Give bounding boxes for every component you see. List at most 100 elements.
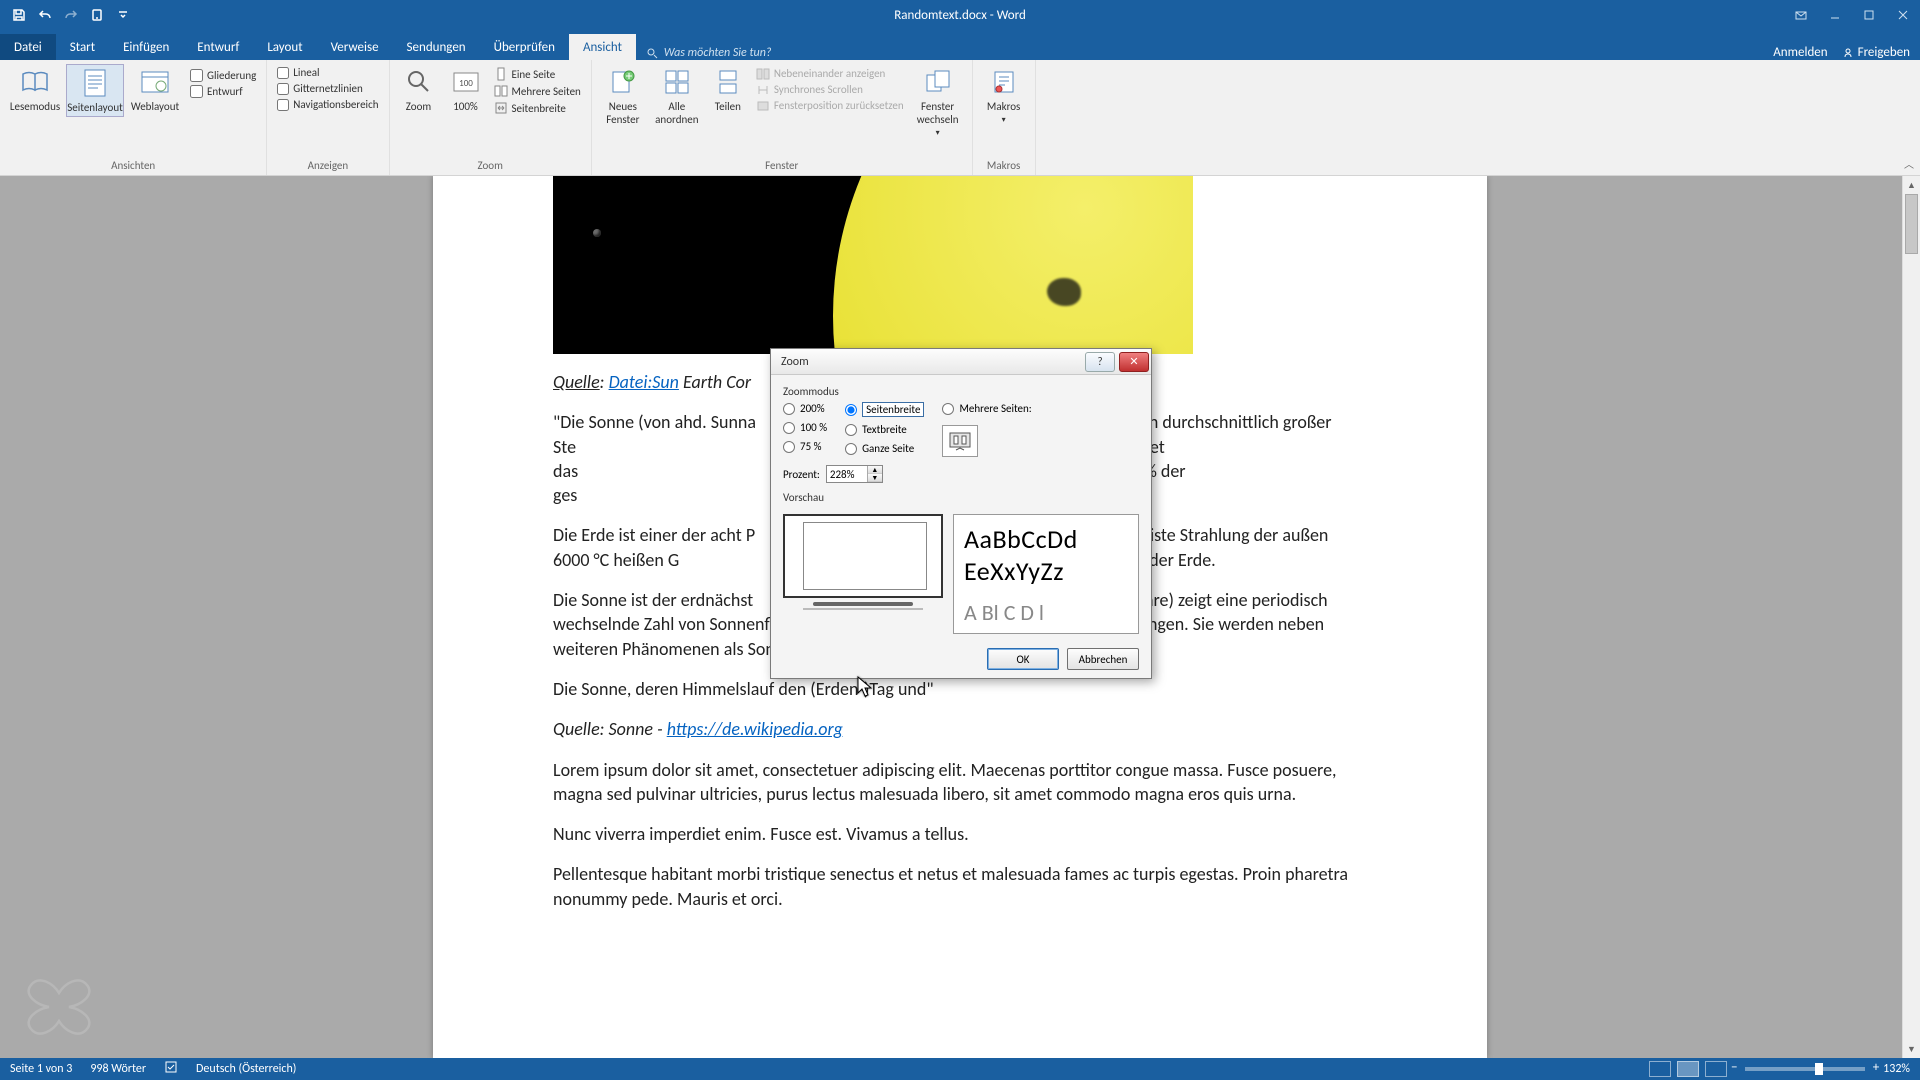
scroll-thumb[interactable] xyxy=(1905,194,1918,254)
source-link[interactable]: https://de.wikipedia.org xyxy=(667,718,843,740)
group-label-ansichten: Ansichten xyxy=(6,157,260,175)
zoom-in-icon[interactable]: + xyxy=(1873,1060,1879,1075)
group-label-makros: Makros xyxy=(979,157,1029,175)
status-language[interactable]: Deutsch (Österreich) xyxy=(196,1062,296,1076)
tab-sendungen[interactable]: Sendungen xyxy=(393,34,480,60)
mehrere-seiten-picker[interactable] xyxy=(942,425,978,457)
preview-monitor xyxy=(783,514,943,634)
undo-icon[interactable] xyxy=(36,6,54,24)
weblayout-button[interactable]: Weblayout xyxy=(126,64,184,115)
gliederung-checkbox[interactable] xyxy=(190,69,203,82)
zoom-100-button[interactable]: 100100% xyxy=(444,64,488,115)
radio-seitenbreite[interactable]: Seitenbreite xyxy=(845,402,924,417)
lineal-checkbox[interactable] xyxy=(277,67,289,79)
zoom-slider[interactable]: −+ xyxy=(1745,1067,1865,1071)
zoom-out-icon[interactable]: − xyxy=(1731,1060,1737,1075)
tell-me-search[interactable]: Was möchten Sie tun? xyxy=(636,46,782,60)
touch-mode-icon[interactable] xyxy=(88,6,106,24)
minimize-button[interactable] xyxy=(1818,0,1852,30)
percent-input[interactable] xyxy=(827,466,867,482)
fenster-wechseln-button[interactable]: Fenster wechseln▾ xyxy=(910,64,966,140)
lineal-checkbox-row[interactable]: Lineal xyxy=(277,66,378,79)
tell-me-placeholder: Was möchten Sie tun? xyxy=(664,46,772,60)
tab-file[interactable]: Datei xyxy=(0,34,56,60)
entwurf-checkbox[interactable] xyxy=(190,85,203,98)
eine-seite-button[interactable]: Eine Seite xyxy=(490,66,585,82)
signin-link[interactable]: Anmelden xyxy=(1773,45,1827,60)
preview-text: AaBbCcDd EeXxYyZz A Bl C D l xyxy=(953,514,1139,634)
dialog-titlebar[interactable]: Zoom ? ✕ xyxy=(771,349,1151,375)
source-line: Quelle: Sonne - https://de.wikipedia.org xyxy=(553,717,1367,741)
zoom-dialog: Zoom ? ✕ Zoommodus 200% 100 % 75 % Seite… xyxy=(770,348,1152,679)
view-mode-buttons xyxy=(1649,1061,1727,1077)
teilen-button[interactable]: Teilen xyxy=(706,64,750,115)
group-ansichten: Lesemodus Seitenlayout Weblayout Glieder… xyxy=(0,60,267,175)
share-button[interactable]: Freigeben xyxy=(1842,45,1910,60)
scroll-up-icon[interactable]: ▲ xyxy=(1903,176,1920,194)
spin-down-icon[interactable]: ▼ xyxy=(868,474,882,482)
zoom-button[interactable]: Zoom xyxy=(396,64,442,115)
quick-access-toolbar xyxy=(0,6,132,24)
tab-verweise[interactable]: Verweise xyxy=(317,34,393,60)
ribbon-options-icon[interactable] xyxy=(1784,0,1818,30)
radio-75[interactable]: 75 % xyxy=(783,440,827,453)
maximize-button[interactable] xyxy=(1852,0,1886,30)
save-icon[interactable] xyxy=(10,6,28,24)
title-bar: Randomtext.docx - Word xyxy=(0,0,1920,30)
nav-checkbox-row[interactable]: Navigationsbereich xyxy=(277,98,378,111)
status-zoom[interactable]: 132% xyxy=(1883,1062,1910,1076)
tab-ansicht[interactable]: Ansicht xyxy=(569,34,636,60)
caption-link[interactable]: Datei:Sun xyxy=(609,371,679,393)
dialog-title: Zoom xyxy=(781,355,809,369)
percent-spinner[interactable]: ▲▼ xyxy=(826,465,883,483)
lesemodus-button[interactable]: Lesemodus xyxy=(6,64,64,115)
ribbon-tabs: Datei Start Einfügen Entwurf Layout Verw… xyxy=(0,30,1920,60)
document-image-sun[interactable] xyxy=(553,176,1193,354)
tab-einfuegen[interactable]: Einfügen xyxy=(109,34,183,60)
collapse-ribbon-icon[interactable]: ︿ xyxy=(1904,156,1914,171)
dialog-help-button[interactable]: ? xyxy=(1085,352,1115,372)
nav-checkbox[interactable] xyxy=(277,99,289,111)
radio-textbreite[interactable]: Textbreite xyxy=(845,423,924,436)
radio-ganze-seite[interactable]: Ganze Seite xyxy=(845,442,924,455)
tab-ueberpruefen[interactable]: Überprüfen xyxy=(480,34,569,60)
seitenbreite-button[interactable]: Seitenbreite xyxy=(490,100,585,116)
group-label-fenster: Fenster xyxy=(598,157,966,175)
makros-button[interactable]: Makros▾ xyxy=(979,64,1029,127)
mehrere-seiten-button[interactable]: Mehrere Seiten xyxy=(490,83,585,99)
status-proofing-icon[interactable] xyxy=(164,1060,178,1078)
close-button[interactable] xyxy=(1886,0,1920,30)
radio-100[interactable]: 100 % xyxy=(783,421,827,434)
ok-button[interactable]: OK xyxy=(987,648,1059,670)
scroll-down-icon[interactable]: ▼ xyxy=(1903,1040,1920,1058)
view-print-icon[interactable] xyxy=(1677,1061,1699,1077)
tab-entwurf[interactable]: Entwurf xyxy=(183,34,253,60)
radio-mehrere-seiten[interactable]: Mehrere Seiten: xyxy=(942,402,1031,415)
zoom-slider-knob[interactable] xyxy=(1815,1063,1823,1075)
vertical-scrollbar[interactable]: ▲ ▼ xyxy=(1902,176,1920,1058)
seitenlayout-button[interactable]: Seitenlayout xyxy=(66,64,124,117)
status-page[interactable]: Seite 1 von 3 xyxy=(10,1062,72,1076)
redo-icon xyxy=(62,6,80,24)
view-web-icon[interactable] xyxy=(1705,1061,1727,1077)
paragraph-6: Nunc viverra imperdiet enim. Fusce est. … xyxy=(553,822,1367,846)
tab-start[interactable]: Start xyxy=(56,34,109,60)
radio-200[interactable]: 200% xyxy=(783,402,827,415)
qat-customize-icon[interactable] xyxy=(114,6,132,24)
gitter-checkbox-row[interactable]: Gitternetzlinien xyxy=(277,82,378,95)
alle-anordnen-button[interactable]: Alle anordnen xyxy=(650,64,704,128)
percent-label: Prozent: xyxy=(783,468,820,481)
view-read-icon[interactable] xyxy=(1649,1061,1671,1077)
gliederung-button[interactable]: Gliederung xyxy=(186,68,260,83)
gitter-checkbox[interactable] xyxy=(277,83,289,95)
paragraph-5: Lorem ipsum dolor sit amet, consectetuer… xyxy=(553,758,1367,807)
ribbon: Lesemodus Seitenlayout Weblayout Glieder… xyxy=(0,60,1920,176)
group-label-anzeigen: Anzeigen xyxy=(273,157,382,175)
neues-fenster-button[interactable]: Neues Fenster xyxy=(598,64,648,128)
cancel-button[interactable]: Abbrechen xyxy=(1067,648,1139,670)
tab-layout[interactable]: Layout xyxy=(253,34,316,60)
status-words[interactable]: 998 Wörter xyxy=(90,1062,146,1076)
dialog-close-button[interactable]: ✕ xyxy=(1119,352,1149,372)
entwurf-button[interactable]: Entwurf xyxy=(186,84,260,99)
synchron-button: Synchrones Scrollen xyxy=(752,82,908,97)
